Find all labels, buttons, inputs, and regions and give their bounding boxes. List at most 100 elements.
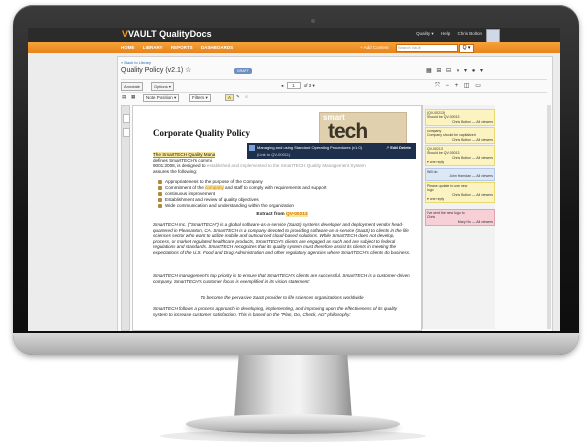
paragraph-process: SmartTECH follows a process approach in … — [153, 306, 398, 317]
list-item: Commitment of the company and staff to c… — [158, 185, 327, 190]
list-item: Wide communication and understanding wit… — [158, 203, 294, 208]
comments-panel: (QV-00213) Should be QV-00013 Chris Bolt… — [422, 105, 495, 329]
highlighted-reference[interactable]: QV-00213 — [285, 212, 308, 217]
top-bar: VVAULT QualityDocs Quality ▾ Help Chris … — [28, 28, 560, 43]
logo-bottom-text: tech — [328, 120, 368, 143]
page-count[interactable]: of 3 ▾ — [304, 83, 315, 88]
outline-icon[interactable]: ▦ — [131, 94, 135, 100]
text-line: defines SmartTECH's commi — [153, 157, 212, 163]
tooltip-link[interactable]: (Link to QV-00011) — [257, 152, 290, 157]
document-page: Corporate Quality Policy smart tech The … — [132, 105, 422, 331]
single-page-icon[interactable]: ▭ — [475, 83, 481, 89]
logo-text: VAULT QualityDocs — [128, 29, 212, 39]
panel-tab[interactable] — [123, 128, 130, 137]
highlight-tool-icon[interactable]: A — [225, 94, 235, 101]
stand-shadow — [160, 430, 426, 442]
status-badge: DRAFT — [234, 68, 252, 74]
document-title: Quality Policy (v2.1) ☆ — [121, 67, 192, 74]
comment-reply[interactable]: Will do John Hamdan — All viewers — [425, 168, 495, 181]
screen: VVAULT QualityDocs Quality ▾ Help Chris … — [28, 28, 560, 331]
thumbnails-icon[interactable]: ▤ — [122, 94, 126, 100]
nav-dashboards[interactable]: DASHBOARDS — [201, 45, 233, 50]
comment-author: Chris Bolton — All viewers — [451, 137, 493, 142]
note-position-dropdown[interactable]: Note Position ▾ — [143, 94, 180, 102]
scrollbar[interactable] — [547, 105, 551, 329]
compare-icon[interactable]: ◑ — [456, 68, 460, 74]
smarttech-logo: smart tech — [319, 112, 407, 146]
grid-view-icon[interactable]: ▦ — [426, 68, 432, 74]
back-to-library-link[interactable]: « Back to Library — [121, 60, 151, 65]
search-input[interactable]: Search Vault — [396, 44, 458, 52]
annotate-button[interactable]: Annotate — [121, 82, 144, 91]
tooltip-actions: ↗ Edit Delete — [386, 145, 411, 150]
text-line: assures the following: — [153, 168, 198, 174]
comment-note[interactable]: company Company should be capitalized Ch… — [425, 127, 495, 144]
comment-note[interactable]: Please update to use new logo Chris Bolt… — [425, 182, 495, 204]
external-link-icon[interactable]: ↗ — [386, 145, 389, 150]
list-view-icon[interactable]: ⊟ — [446, 68, 451, 74]
zoom-out-icon[interactable]: − — [445, 83, 449, 89]
zoom-controls: ⤧ − + ◫ ▭ — [435, 82, 485, 90]
comment-reply[interactable]: I've sent the new logo to Chris Mary Hu … — [425, 209, 495, 226]
prev-page-icon[interactable]: ◂ — [281, 83, 283, 88]
nav-library[interactable]: LIBRARY — [143, 45, 163, 50]
comment-note[interactable]: (QV-00213) Should be QV-00013 Chris Bolt… — [425, 109, 495, 126]
text-line: established and implemented to the Smart… — [206, 163, 366, 169]
add-content-button[interactable]: + Add Content — [360, 45, 389, 50]
vision-statement: To become the pervasive SaaS provider to… — [200, 295, 364, 300]
comment-note[interactable]: QV-00213 Should be QV-00013 Chris Bolton… — [425, 145, 495, 167]
hand-tool-icon[interactable]: ☝ — [245, 94, 248, 100]
comment-author: John Hamdan — All viewers — [449, 174, 493, 179]
left-panel-strip — [121, 105, 130, 331]
document-link-icon — [249, 145, 255, 151]
comment-author: Mary Hu — All viewers — [457, 219, 493, 224]
camera-dot — [311, 19, 315, 23]
tooltip-title[interactable]: Managing and using Standard Operating Pr… — [257, 145, 362, 150]
two-page-icon[interactable]: ◫ — [464, 83, 470, 89]
replies-toggle[interactable]: ▾ one reply — [427, 197, 493, 201]
paragraph-priority: SmartTECH management's top priority is t… — [153, 273, 410, 284]
options-dropdown[interactable]: Options ▾ — [151, 82, 174, 91]
list-item-continuation: continuous improvement — [157, 191, 216, 196]
highlighted-text[interactable]: company — [205, 185, 224, 190]
text-line: 9001:2008, is designed to — [153, 163, 206, 169]
text-line: Extract from — [256, 212, 286, 217]
monitor-chin — [13, 333, 579, 355]
split-view-icon[interactable]: ⊞ — [436, 68, 441, 74]
zoom-in-icon[interactable]: + — [455, 83, 459, 89]
edit-link[interactable]: Edit — [390, 145, 398, 150]
filters-dropdown[interactable]: Filters ▾ — [189, 94, 211, 102]
top-links: Quality ▾ Help Chris Bolton — [410, 31, 482, 37]
page-heading: Corporate Quality Policy — [153, 128, 250, 138]
document-viewer: « Back to Library Quality Policy (v2.1) … — [117, 56, 553, 331]
help-link[interactable]: Help — [441, 31, 450, 36]
delete-link[interactable]: Delete — [399, 145, 411, 150]
text-line: and staff to comply with requirements an… — [223, 185, 327, 190]
avatar[interactable] — [486, 29, 500, 43]
nav-items: HOME LIBRARY REPORTS DASHBOARDS — [121, 45, 240, 50]
chevron-down-icon[interactable]: ▾ — [480, 68, 483, 74]
fit-page-icon[interactable]: ⤧ — [435, 83, 440, 89]
chevron-down-icon[interactable]: ▾ — [464, 68, 467, 74]
app-switcher-link[interactable]: Quality ▾ — [416, 31, 434, 36]
nav-reports[interactable]: REPORTS — [171, 45, 193, 50]
pen-tool-icon[interactable]: ✎ — [236, 94, 240, 100]
panel-tab[interactable] — [123, 114, 130, 123]
search-icon[interactable]: Q ▾ — [459, 44, 474, 53]
settings-icon[interactable]: ● — [472, 68, 476, 74]
list-item: Establishment and review of quality obje… — [158, 197, 259, 202]
paragraph-company: SmartTECH Inc. ("SmartTECH") is a global… — [153, 222, 411, 255]
view-icons: ▦ ⊞ ⊟ ◑ ▾ ● ▾ — [426, 67, 486, 74]
app-logo[interactable]: VVAULT QualityDocs — [122, 29, 212, 39]
page-number-input[interactable]: 1 — [286, 82, 301, 89]
viewer-toolbar: Annotate Options ▾ ◂ 1 of 3 ▾ ⤧ − + ◫ ▭ — [121, 79, 547, 91]
nav-home[interactable]: HOME — [121, 45, 135, 50]
monitor-stand-neck — [234, 355, 352, 419]
list-item: Appropriateness to the purpose of the Co… — [158, 179, 263, 184]
replies-toggle[interactable]: ▾ one reply — [427, 160, 493, 164]
page-navigator: ◂ 1 of 3 ▾ — [281, 82, 315, 89]
text-line: Commitment of the — [165, 185, 206, 190]
comment-author: Chris Bolton — All viewers — [451, 119, 493, 124]
user-name-link[interactable]: Chris Bolton — [457, 31, 482, 36]
extract-heading: Extract from QV-00213 — [153, 212, 411, 217]
